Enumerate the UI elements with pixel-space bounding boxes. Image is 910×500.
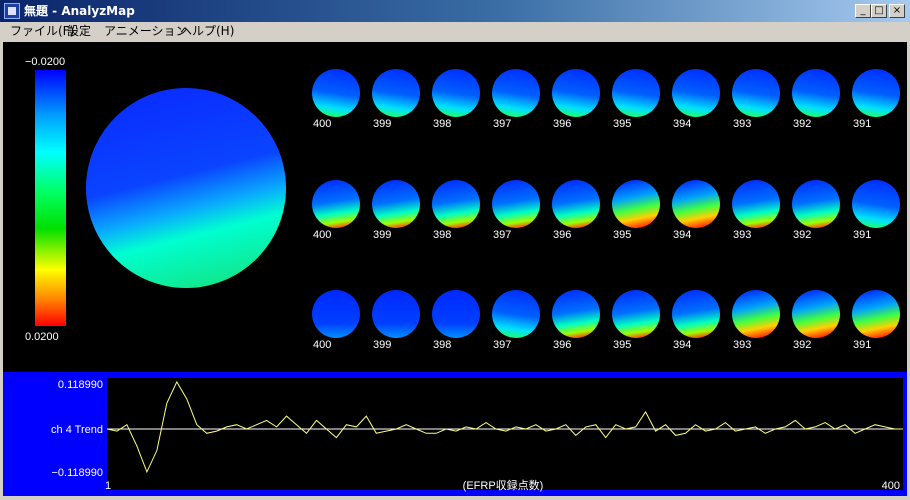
- scale-max-label: −0.0200: [25, 56, 65, 68]
- small-topo-map[interactable]: [852, 69, 900, 117]
- small-topo-map[interactable]: [672, 69, 720, 117]
- small-topo-map[interactable]: [552, 290, 600, 338]
- trend-plot-area: [107, 378, 903, 490]
- small-map-label: 397: [493, 118, 511, 130]
- trend-x-end-label: 400: [882, 480, 900, 492]
- small-topo-map[interactable]: [372, 69, 420, 117]
- app-icon[interactable]: [4, 3, 20, 19]
- small-map-label: 399: [373, 229, 391, 241]
- small-topo-map[interactable]: [312, 180, 360, 228]
- small-topo-map[interactable]: [372, 180, 420, 228]
- small-topo-map[interactable]: [672, 290, 720, 338]
- small-topo-map[interactable]: [612, 290, 660, 338]
- menu-help[interactable]: ヘルプ(H): [180, 24, 234, 39]
- small-topo-map[interactable]: [792, 180, 840, 228]
- small-map-label: 394: [673, 118, 691, 130]
- topo-map-canvas: −0.0200 0.0200 400 399 398 397 396 395 394 393 3…: [3, 42, 907, 372]
- small-map-label: 392: [793, 339, 811, 351]
- color-scale-bar: [35, 70, 66, 326]
- small-map-label: 400: [313, 118, 331, 130]
- small-map-label: 391: [853, 229, 871, 241]
- small-topo-map[interactable]: [792, 290, 840, 338]
- small-topo-map[interactable]: [732, 290, 780, 338]
- small-topo-map[interactable]: [792, 69, 840, 117]
- small-map-label: 395: [613, 229, 631, 241]
- small-map-label: 398: [433, 339, 451, 351]
- menu-animation[interactable]: アニメーション: [104, 24, 188, 39]
- small-topo-map[interactable]: [432, 69, 480, 117]
- small-map-label: 399: [373, 339, 391, 351]
- scale-min-label: 0.0200: [25, 331, 59, 343]
- small-map-label: 396: [553, 118, 571, 130]
- main-topo-map[interactable]: [86, 88, 286, 288]
- topo-map-svg: −0.0200 0.0200 400 399 398 397 396 395 394 393 3…: [25, 56, 900, 351]
- small-topo-map[interactable]: [372, 290, 420, 338]
- small-map-label: 400: [313, 229, 331, 241]
- small-topo-map[interactable]: [732, 69, 780, 117]
- small-map-label: 394: [673, 229, 691, 241]
- trend-y-mid-label: ch 4 Trend: [51, 424, 103, 436]
- small-topo-map[interactable]: [492, 69, 540, 117]
- small-topo-map[interactable]: [552, 180, 600, 228]
- close-button[interactable]: ×: [889, 4, 905, 18]
- small-topo-map[interactable]: [612, 69, 660, 117]
- trend-y-min-label: −0.118990: [52, 467, 104, 479]
- small-topo-map[interactable]: [492, 290, 540, 338]
- small-map-label: 396: [553, 339, 571, 351]
- small-topo-map[interactable]: [672, 180, 720, 228]
- small-map-label: 393: [733, 339, 751, 351]
- small-topo-map[interactable]: [852, 290, 900, 338]
- small-map-label: 397: [493, 229, 511, 241]
- small-map-label: 398: [433, 118, 451, 130]
- small-map-grid: 400 399 398 397 396 395 394 393 392 391 400 399 398 3…: [312, 69, 900, 351]
- small-map-label: 394: [673, 339, 691, 351]
- small-topo-map[interactable]: [432, 290, 480, 338]
- window-title: 無題 - AnalyzMap: [24, 4, 135, 18]
- small-map-label: 392: [793, 118, 811, 130]
- small-map-label: 391: [853, 118, 871, 130]
- minimize-button[interactable]: _: [855, 4, 871, 18]
- menu-file[interactable]: ファイル(F): [10, 24, 74, 39]
- maximize-button[interactable]: □: [871, 4, 887, 18]
- small-topo-map[interactable]: [312, 69, 360, 117]
- small-topo-map[interactable]: [852, 180, 900, 228]
- small-map-label: 399: [373, 118, 391, 130]
- small-topo-map[interactable]: [732, 180, 780, 228]
- small-map-label: 397: [493, 339, 511, 351]
- small-topo-map[interactable]: [432, 180, 480, 228]
- small-topo-map[interactable]: [312, 290, 360, 338]
- small-map-label: 393: [733, 118, 751, 130]
- menu-settings[interactable]: 設定: [67, 24, 91, 39]
- small-map-label: 400: [313, 339, 331, 351]
- small-map-label: 398: [433, 229, 451, 241]
- small-map-label: 396: [553, 229, 571, 241]
- small-topo-map[interactable]: [552, 69, 600, 117]
- small-topo-map[interactable]: [612, 180, 660, 228]
- menu-bar: ファイル(F) 設定 アニメーション ヘルプ(H): [0, 22, 910, 41]
- small-map-label: 392: [793, 229, 811, 241]
- trend-y-max-label: 0.118990: [58, 379, 103, 391]
- small-topo-map[interactable]: [492, 180, 540, 228]
- trend-x-start-label: 1: [105, 480, 111, 492]
- small-map-label: 391: [853, 339, 871, 351]
- title-bar: 無題 - AnalyzMap _ □ ×: [0, 0, 910, 22]
- trend-chart: 0.118990 ch 4 Trend −0.118990 1 400 (EFR…: [51, 378, 903, 492]
- small-map-label: 393: [733, 229, 751, 241]
- small-map-label: 395: [613, 118, 631, 130]
- trend-x-label: (EFRP収録点数): [463, 478, 544, 492]
- trend-panel: 0.118990 ch 4 Trend −0.118990 1 400 (EFR…: [3, 372, 907, 496]
- small-map-label: 395: [613, 339, 631, 351]
